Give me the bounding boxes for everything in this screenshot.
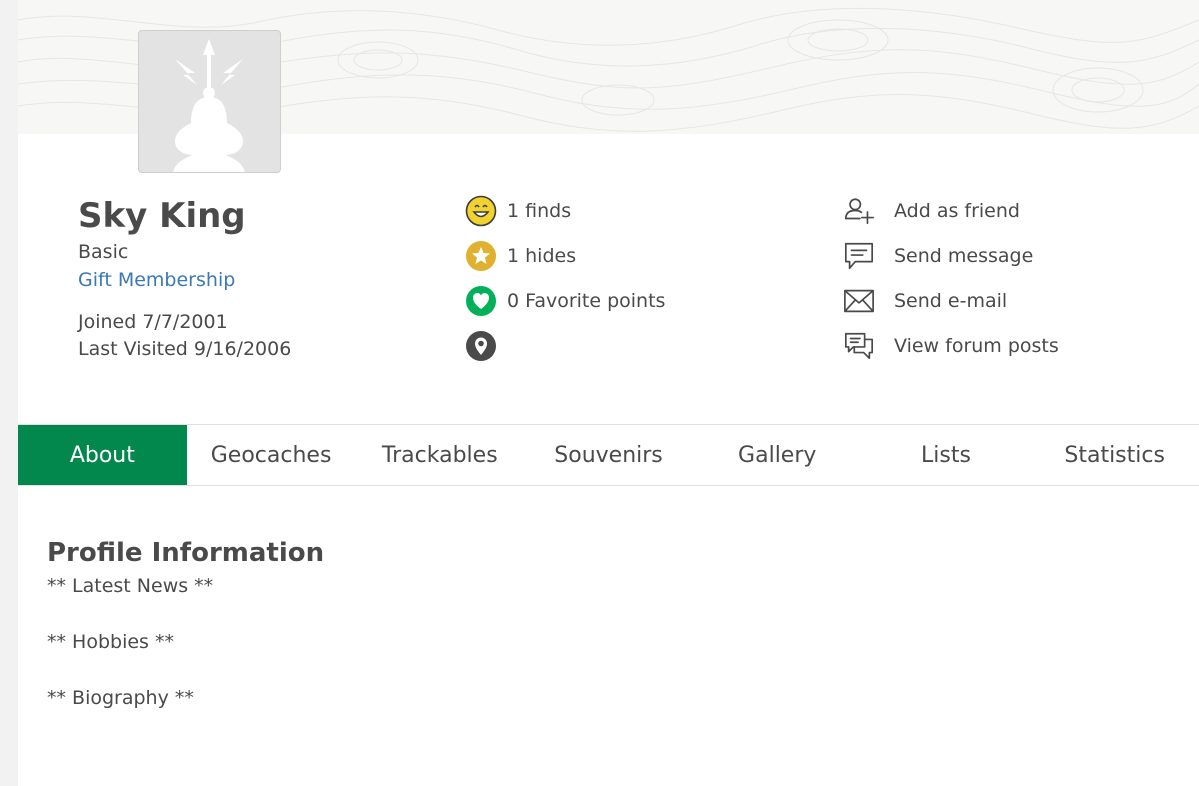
hobbies-text: ** Hobbies ** [47, 631, 174, 653]
avatar [138, 30, 281, 173]
stat-favorites: 0 Favorite points [465, 284, 665, 318]
stat-location [465, 329, 507, 363]
heart-icon [465, 285, 497, 317]
smiley-icon [465, 195, 497, 227]
left-gutter [0, 0, 18, 786]
add-user-icon [843, 195, 875, 227]
stat-finds: 1 finds [465, 194, 571, 228]
tab-souvenirs[interactable]: Souvenirs [524, 425, 693, 485]
membership-level: Basic [78, 241, 129, 263]
message-icon [843, 240, 875, 272]
profile-information-heading: Profile Information [47, 538, 325, 568]
joined-date: Joined 7/7/2001 [78, 311, 228, 333]
tab-geocaches[interactable]: Geocaches [187, 425, 356, 485]
hides-count: 1 hides [507, 245, 577, 267]
forum-icon [843, 330, 875, 362]
forum-posts-label: View forum posts [894, 335, 1059, 357]
finds-count: 1 finds [507, 200, 572, 222]
last-visited-date: Last Visited 9/16/2006 [78, 338, 292, 360]
stat-hides: 1 hides [465, 239, 576, 273]
favorite-points: 0 Favorite points [507, 290, 666, 312]
star-icon [465, 240, 497, 272]
add-friend-button[interactable]: Add as friend [843, 194, 1020, 228]
send-message-label: Send message [894, 245, 1034, 267]
send-email-label: Send e-mail [894, 290, 1008, 312]
envelope-icon [843, 285, 875, 317]
tab-trackables[interactable]: Trackables [355, 425, 524, 485]
default-avatar-icon [173, 39, 245, 172]
add-friend-label: Add as friend [894, 200, 1020, 222]
tab-statistics[interactable]: Statistics [1030, 425, 1199, 485]
tab-gallery[interactable]: Gallery [693, 425, 862, 485]
tab-about[interactable]: About [18, 425, 187, 485]
tab-lists[interactable]: Lists [862, 425, 1031, 485]
gift-membership-link[interactable]: Gift Membership [78, 269, 235, 291]
send-message-button[interactable]: Send message [843, 239, 1033, 273]
profile-tabs: About Geocaches Trackables Souvenirs Gal… [18, 424, 1199, 486]
latest-news-text: ** Latest News ** [47, 575, 214, 597]
biography-text: ** Biography ** [47, 687, 194, 709]
send-email-button[interactable]: Send e-mail [843, 284, 1007, 318]
map-pin-icon [465, 330, 497, 362]
profile-name: Sky King [78, 196, 246, 236]
view-forum-posts-button[interactable]: View forum posts [843, 329, 1059, 363]
